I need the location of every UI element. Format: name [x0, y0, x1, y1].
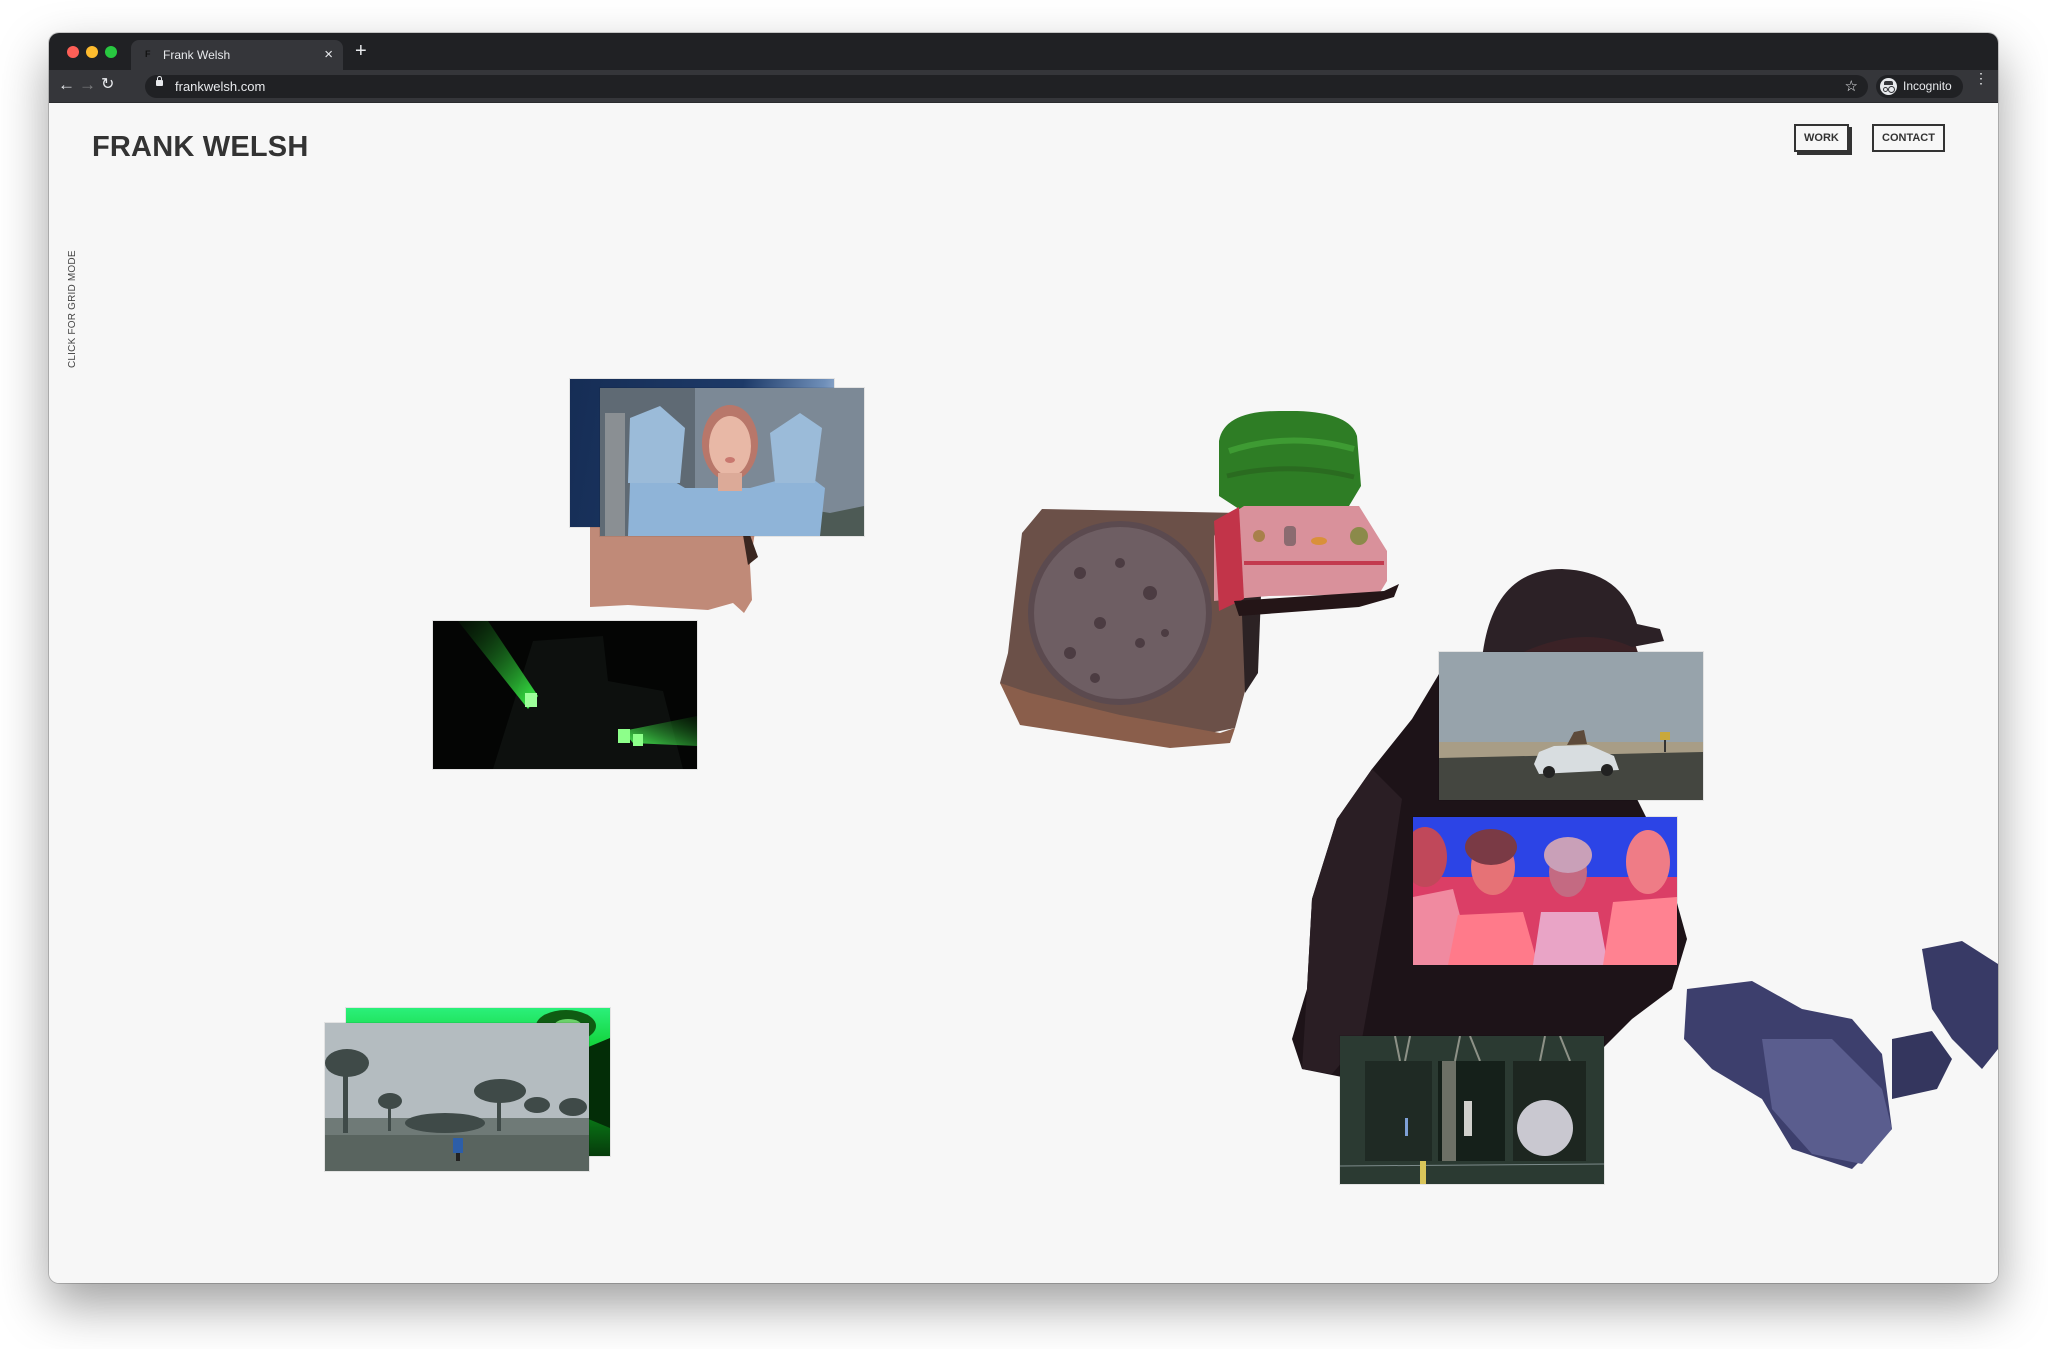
woman-portrait-tile[interactable] [600, 388, 864, 536]
car-on-road-tile[interactable] [1439, 652, 1703, 800]
woman-portrait-graphic [600, 388, 864, 536]
page-content: FRANK WELSH WORK CONTACT CLICK FOR GRID … [49, 103, 1998, 1283]
eucalyptus-landscape-tile[interactable] [325, 1023, 589, 1171]
car-on-road-graphic [1439, 652, 1703, 800]
tab-title: Frank Welsh [163, 48, 231, 62]
back-arrow-icon[interactable]: ← [58, 75, 75, 95]
bookmark-star-icon[interactable]: ☆ [1845, 77, 1858, 95]
url-text: frankwelsh.com [175, 79, 266, 94]
close-tab-icon[interactable]: × [324, 46, 333, 63]
nav-work-button[interactable]: WORK [1794, 124, 1849, 152]
reload-icon[interactable]: ↻ [101, 75, 114, 95]
grid-mode-toggle[interactable]: CLICK FOR GRID MODE [67, 250, 78, 368]
incognito-label: Incognito [1903, 79, 1952, 93]
tab-strip: F Frank Welsh × + [49, 33, 1998, 70]
forest-triptych-graphic [1340, 1036, 1604, 1184]
lock-icon [156, 76, 163, 86]
eucalyptus-landscape-graphic [325, 1023, 589, 1171]
incognito-profile-button[interactable]: Incognito [1876, 75, 1963, 98]
address-bar[interactable]: frankwelsh.com ☆ [145, 75, 1868, 98]
browser-window: F Frank Welsh × + ← → ↻ frankwelsh.com ☆… [49, 33, 1998, 1283]
favicon-icon: F [145, 49, 151, 59]
green-lasers-graphic [433, 621, 697, 769]
band-portrait-tile[interactable] [1413, 817, 1677, 965]
site-logo[interactable]: FRANK WELSH [92, 131, 308, 164]
band-portrait-graphic [1413, 817, 1677, 965]
browser-menu-icon[interactable]: ⋮ [1974, 71, 1988, 85]
incognito-icon [1880, 78, 1897, 95]
tab-frank-welsh[interactable]: F Frank Welsh × [131, 40, 343, 70]
new-tab-button[interactable]: + [355, 40, 367, 63]
close-window-button[interactable] [67, 46, 79, 58]
green-lasers-tile[interactable] [433, 621, 697, 769]
maximize-window-button[interactable] [105, 46, 117, 58]
nav-contact-button[interactable]: CONTACT [1872, 124, 1945, 152]
forest-triptych-tile[interactable] [1340, 1036, 1604, 1184]
minimize-window-button[interactable] [86, 46, 98, 58]
browser-toolbar: ← → ↻ frankwelsh.com ☆ Incognito ⋮ [49, 70, 1998, 103]
forward-arrow-icon[interactable]: → [79, 75, 96, 95]
